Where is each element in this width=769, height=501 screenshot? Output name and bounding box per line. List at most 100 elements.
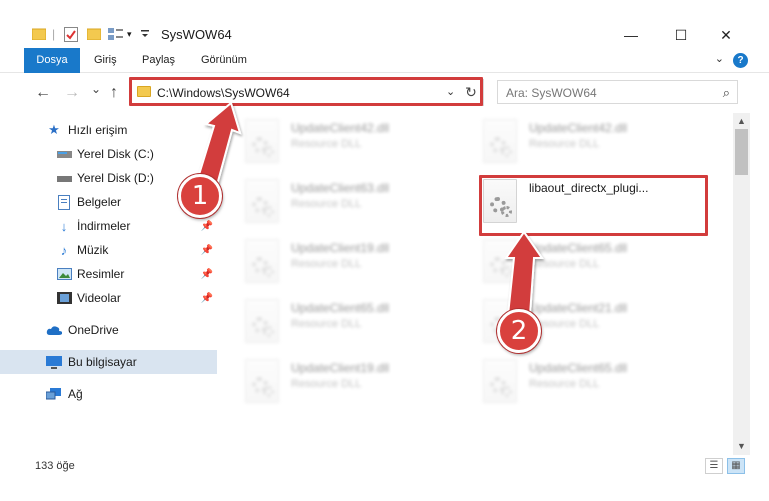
file-item[interactable]: UpdateClient19.dll Resource DLL bbox=[245, 359, 465, 411]
sidebar-item-pictures[interactable]: Resimler 📌 bbox=[0, 262, 217, 286]
download-icon: ↓ bbox=[60, 218, 68, 234]
search-placeholder: Ara: SysWOW64 bbox=[506, 86, 597, 100]
file-type: Resource DLL bbox=[291, 258, 362, 270]
chevron-down-icon[interactable]: ⌄ bbox=[715, 52, 724, 65]
back-arrow-icon[interactable]: ← bbox=[35, 84, 51, 102]
file-item[interactable]: UpdateClient42.dll Resource DLL bbox=[245, 119, 465, 171]
sidebar-item-label: Ağ bbox=[68, 387, 83, 401]
sidebar-item-label: Yerel Disk (C:) bbox=[77, 147, 154, 161]
window-title: SysWOW64 bbox=[161, 27, 232, 42]
file-name: UpdateClient19.dll bbox=[291, 241, 390, 255]
new-folder-icon[interactable] bbox=[87, 24, 101, 44]
file-type: Resource DLL bbox=[291, 318, 362, 330]
address-highlight-box bbox=[129, 77, 483, 106]
sidebar-item-videos[interactable]: Videolar 📌 bbox=[0, 286, 217, 310]
scroll-down-icon[interactable]: ▼ bbox=[733, 438, 750, 455]
item-count: 133 öğe bbox=[35, 460, 75, 472]
video-icon bbox=[56, 290, 72, 306]
sidebar-item-music[interactable]: ♪ Müzik 📌 bbox=[0, 238, 217, 262]
dll-file-icon bbox=[483, 119, 517, 163]
file-type: Resource DLL bbox=[529, 258, 600, 270]
sidebar-item-label: Belgeler bbox=[77, 195, 122, 209]
sidebar-item-label: OneDrive bbox=[68, 323, 119, 337]
pin-icon[interactable]: 📌 bbox=[201, 221, 213, 232]
recent-locations-icon[interactable]: ⌄ bbox=[91, 82, 101, 96]
ribbon-tabs: Dosya Giriş Paylaş Görünüm ⌄ ? bbox=[0, 48, 769, 100]
sidebar-item-quick-access[interactable]: ★ Hızlı erişim bbox=[0, 118, 217, 142]
file-name: UpdateClient65.dll bbox=[291, 301, 390, 315]
dll-file-icon bbox=[245, 239, 279, 283]
chevron-down-icon[interactable]: ▾ bbox=[127, 24, 132, 44]
tab-share[interactable]: Paylaş bbox=[134, 48, 183, 72]
vertical-scrollbar[interactable]: ▲ ▼ bbox=[733, 113, 750, 455]
dll-file-icon bbox=[245, 179, 279, 223]
computer-icon bbox=[46, 354, 62, 370]
file-item[interactable]: UpdateClient63.dll Resource DLL bbox=[245, 179, 465, 231]
tab-home[interactable]: Giriş bbox=[86, 48, 125, 72]
pin-icon[interactable]: 📌 bbox=[201, 269, 213, 280]
status-bar: 133 öğe ☰ ▦ bbox=[0, 455, 769, 479]
maximize-button[interactable]: ☐ bbox=[658, 22, 704, 48]
file-name: UpdateClient65.dll bbox=[529, 241, 628, 255]
pin-icon[interactable]: 📌 bbox=[201, 293, 213, 304]
sidebar-item-label: Yerel Disk (D:) bbox=[77, 171, 154, 185]
properties-icon[interactable] bbox=[64, 24, 78, 44]
file-name: UpdateClient65.dll bbox=[529, 361, 628, 375]
scroll-up-icon[interactable]: ▲ bbox=[733, 113, 750, 130]
search-input[interactable]: Ara: SysWOW64 ⌕ bbox=[497, 80, 738, 104]
folder-icon bbox=[32, 24, 46, 44]
cloud-icon bbox=[46, 322, 62, 338]
tab-view[interactable]: Görünüm bbox=[193, 48, 255, 72]
title-bar: | ▾ SysWOW64 — ☐ ✕ bbox=[0, 0, 769, 45]
up-arrow-icon[interactable]: ↑ bbox=[110, 84, 118, 102]
help-icon[interactable]: ? bbox=[733, 53, 748, 68]
sidebar-item-label: Hızlı erişim bbox=[68, 123, 128, 137]
sidebar-item-onedrive[interactable]: OneDrive bbox=[0, 318, 217, 342]
file-name: UpdateClient42.dll bbox=[529, 121, 628, 135]
file-name: UpdateClient63.dll bbox=[291, 181, 390, 195]
file-name: UpdateClient42.dll bbox=[291, 121, 390, 135]
customize-icon[interactable] bbox=[108, 24, 124, 44]
file-type: Resource DLL bbox=[291, 378, 362, 390]
drive-icon bbox=[56, 146, 72, 162]
music-icon: ♪ bbox=[60, 242, 68, 258]
sidebar-item-label: Videolar bbox=[77, 291, 121, 305]
file-item[interactable]: UpdateClient42.dll Resource DLL bbox=[483, 119, 703, 171]
sidebar-item-this-pc[interactable]: Bu bilgisayar bbox=[0, 350, 217, 374]
dll-file-icon bbox=[483, 239, 517, 283]
sidebar-item-network[interactable]: Ağ bbox=[0, 382, 217, 406]
sidebar-item-label: Bu bilgisayar bbox=[68, 355, 137, 369]
file-item[interactable]: UpdateClient19.dll Resource DLL bbox=[245, 239, 465, 291]
dll-file-icon bbox=[245, 119, 279, 163]
file-item[interactable]: UpdateClient65.dll Resource DLL bbox=[483, 239, 703, 291]
step-1-badge: 1 bbox=[178, 174, 222, 218]
file-type: Resource DLL bbox=[291, 198, 362, 210]
file-item[interactable]: UpdateClient65.dll Resource DLL bbox=[245, 299, 465, 351]
large-icons-view-icon[interactable]: ▦ bbox=[727, 458, 745, 474]
documents-icon bbox=[56, 194, 72, 210]
quick-access-menu-icon[interactable] bbox=[140, 24, 150, 44]
file-type: Resource DLL bbox=[529, 378, 600, 390]
pin-icon[interactable]: 📌 bbox=[201, 245, 213, 256]
sidebar-item-label: Müzik bbox=[77, 243, 109, 257]
drive-icon bbox=[56, 170, 72, 186]
network-icon bbox=[46, 386, 62, 402]
dll-file-icon bbox=[245, 299, 279, 343]
sidebar-item-downloads[interactable]: ↓ İndirmeler 📌 bbox=[0, 214, 217, 238]
pictures-icon bbox=[56, 266, 72, 282]
file-list: UpdateClient42.dll Resource DLL UpdateCl… bbox=[233, 113, 733, 455]
file-name: UpdateClient21.dll bbox=[529, 301, 628, 315]
details-view-icon[interactable]: ☰ bbox=[705, 458, 723, 474]
scrollbar-thumb[interactable] bbox=[735, 129, 748, 175]
minimize-button[interactable]: — bbox=[608, 22, 654, 48]
sidebar-item-label: İndirmeler bbox=[77, 219, 131, 233]
file-item[interactable]: UpdateClient65.dll Resource DLL bbox=[483, 359, 703, 411]
sidebar-item-drive-c[interactable]: Yerel Disk (C:) bbox=[0, 142, 217, 166]
file-type: Resource DLL bbox=[529, 138, 600, 150]
close-button[interactable]: ✕ bbox=[703, 22, 749, 48]
dll-file-icon bbox=[245, 359, 279, 403]
search-icon: ⌕ bbox=[722, 85, 730, 100]
step-2-badge: 2 bbox=[497, 309, 541, 353]
forward-arrow-icon[interactable]: → bbox=[64, 84, 80, 102]
file-highlight-box bbox=[479, 175, 708, 236]
